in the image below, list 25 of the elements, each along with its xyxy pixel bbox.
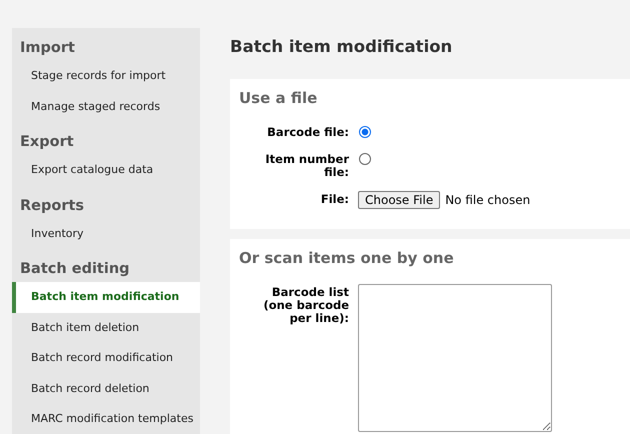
page-title: Batch item modification: [230, 37, 454, 58]
section-heading: Batch editing: [19, 260, 131, 279]
radio-button[interactable]: [359, 153, 371, 165]
section-heading: Export: [19, 133, 75, 152]
panel-title: Or scan items one by one: [239, 249, 455, 267]
choose-file-button[interactable]: Choose File: [358, 191, 440, 209]
field-label: Barcode file:: [266, 124, 350, 139]
section-heading: Import: [19, 39, 76, 58]
radio-button[interactable]: [359, 126, 371, 138]
sidebar-item[interactable]: Batch record modification: [12, 343, 200, 374]
file-status: No file chosen: [445, 193, 530, 207]
field-label: Barcode list (one barcode per line):: [262, 284, 350, 325]
sidebar-item[interactable]: Batch item deletion: [12, 312, 200, 343]
field-label: File:: [320, 191, 350, 206]
sidebar-item[interactable]: Export catalogue data: [12, 155, 200, 186]
field-label: Item number file:: [264, 151, 350, 179]
section-heading: Reports: [19, 196, 86, 216]
sidebar-item[interactable]: Inventory: [12, 218, 200, 249]
sidebar-item[interactable]: Stage records for import: [12, 61, 200, 92]
sidebar-item[interactable]: Batch record deletion: [12, 374, 200, 404]
barcode-list-field[interactable]: [358, 284, 552, 432]
panel-title: Use a file: [239, 89, 318, 107]
sidebar-item[interactable]: Manage staged records: [12, 92, 200, 122]
sidebar-item[interactable]: Batch item modification: [12, 282, 200, 312]
sidebar-item[interactable]: MARC modification templates: [12, 404, 200, 434]
